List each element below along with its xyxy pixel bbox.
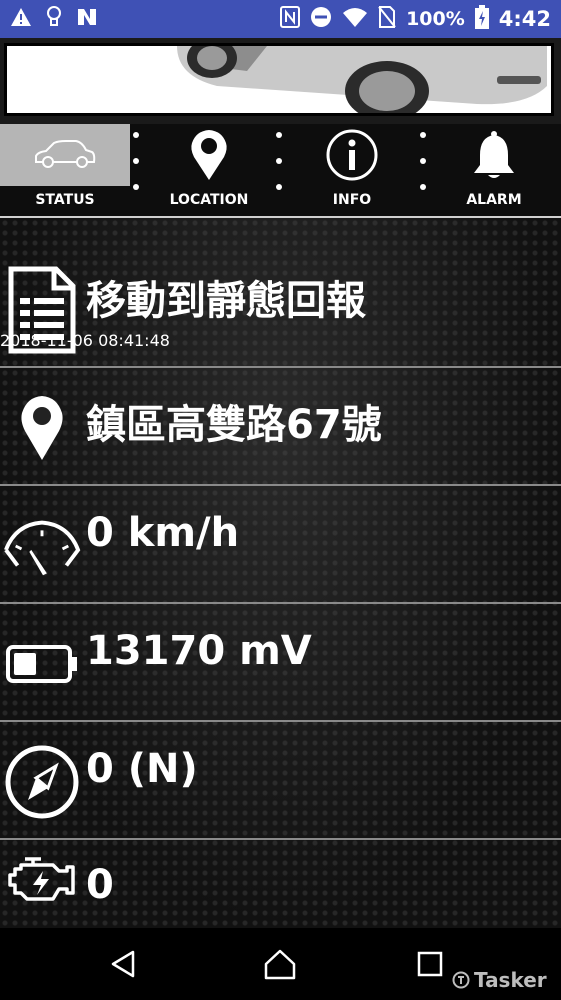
heading-row: 0 (N) — [0, 722, 561, 840]
info-icon — [288, 124, 416, 186]
speed-value: 0 km/h — [86, 510, 240, 556]
location-pin-icon — [145, 124, 273, 186]
app-n-icon — [76, 7, 98, 31]
report-row: 移動到靜態回報 — [0, 250, 561, 368]
tab-label: ALARM — [466, 192, 522, 208]
car-photo — [4, 43, 554, 116]
battery-percent: 100% — [406, 8, 465, 30]
tab-label: LOCATION — [169, 192, 249, 208]
status-bar: 100% 4:42 — [0, 0, 561, 38]
back-icon — [111, 950, 135, 978]
tab-location[interactable]: LOCATION — [145, 124, 273, 216]
speed-row: 0 km/h — [0, 486, 561, 604]
compass-icon — [2, 736, 82, 828]
nfc-icon — [280, 6, 301, 32]
warning-icon — [10, 7, 32, 31]
lightbulb-icon — [46, 5, 62, 33]
report-title: 移動到靜態回報 — [86, 278, 366, 324]
car-icon — [0, 124, 130, 186]
voltage-value: 13170 mV — [86, 628, 312, 674]
status-panel: 移動到靜態回報 2018-11-06 08:41:48 鎮區高雙路67號 0 k… — [0, 218, 561, 928]
tab-info[interactable]: INFO — [288, 124, 416, 216]
engine-icon — [2, 850, 82, 910]
engine-value: 0 — [86, 862, 114, 908]
tasker-watermark: Tasker — [452, 968, 547, 992]
tab-bar: STATUS LOCATION INFO ALARM — [0, 124, 561, 218]
home-button[interactable] — [260, 946, 300, 982]
tab-label: INFO — [332, 192, 372, 208]
battery-icon — [2, 618, 82, 710]
tab-divider — [276, 132, 282, 196]
engine-row: 0 — [0, 840, 561, 928]
report-timestamp: 2018-11-06 08:41:48 — [0, 331, 170, 350]
location-pin-icon — [2, 382, 82, 474]
speedometer-icon — [2, 500, 82, 592]
tab-divider — [420, 132, 426, 196]
voltage-row: 13170 mV — [0, 604, 561, 722]
banner — [0, 38, 561, 124]
watermark-text: Tasker — [474, 968, 547, 992]
tab-alarm[interactable]: ALARM — [430, 124, 558, 216]
battery-charging-icon — [474, 5, 489, 33]
address-value: 鎮區高雙路67號 — [86, 402, 382, 448]
back-button[interactable] — [104, 946, 144, 982]
tab-status[interactable]: STATUS — [0, 124, 130, 216]
tasker-logo-icon — [452, 971, 470, 989]
recents-button[interactable] — [410, 946, 450, 982]
tab-label: STATUS — [35, 192, 95, 208]
heading-value: 0 (N) — [86, 746, 198, 792]
do-not-disturb-icon — [310, 6, 332, 32]
recents-icon — [417, 951, 443, 977]
clock: 4:42 — [498, 7, 551, 31]
bell-icon — [430, 124, 558, 186]
tab-divider — [133, 132, 139, 196]
home-icon — [264, 949, 296, 980]
address-row: 鎮區高雙路67號 — [0, 368, 561, 486]
wifi-icon — [342, 6, 368, 32]
no-sim-icon — [378, 6, 396, 32]
